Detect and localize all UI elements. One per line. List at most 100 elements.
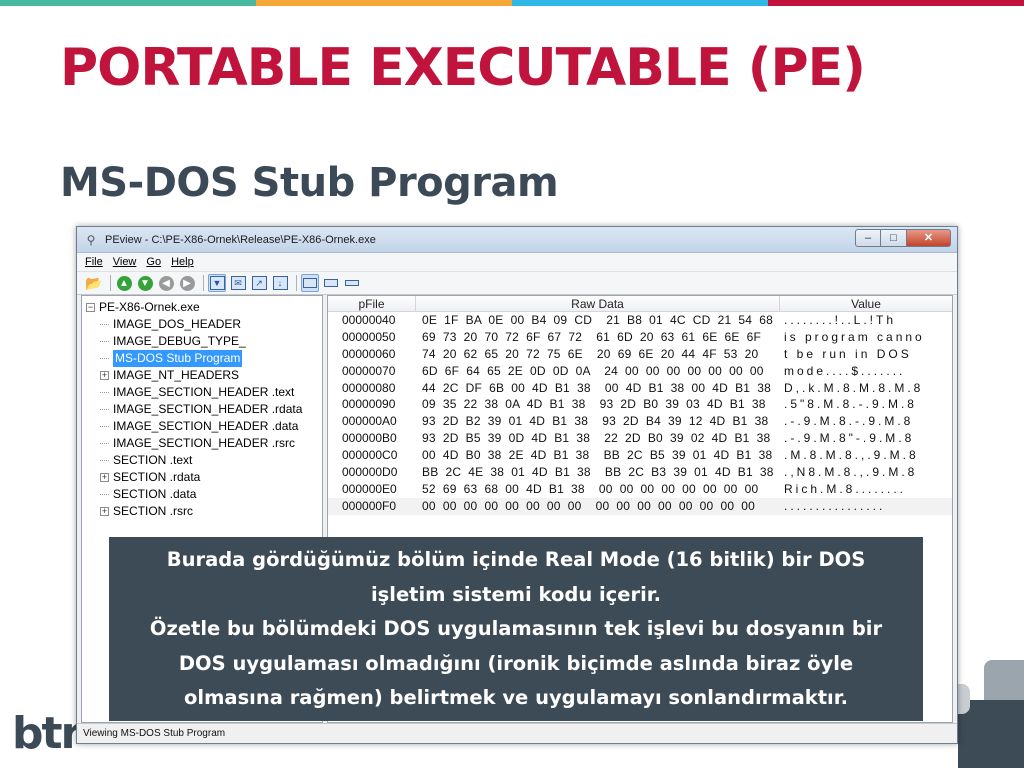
tree-item[interactable]: + SECTION .rdata (86, 469, 322, 486)
view-word-icon[interactable] (322, 274, 340, 292)
table-row[interactable]: 000000E0 52 69 63 68 00 4D B1 38 00 00 00… (328, 481, 952, 498)
table-row[interactable]: 000000C0 00 4D B0 38 2E 4D B1 38 BB 2C B5… (328, 447, 952, 464)
table-row[interactable]: 00000050 69 73 20 70 72 6F 67 72 61 6D 20… (328, 329, 952, 346)
tree-item-label: IMAGE_SECTION_HEADER .text (113, 385, 295, 399)
tree-item-label: SECTION .rdata (113, 470, 201, 484)
maximize-button[interactable]: □ (881, 229, 907, 247)
tree-item-label: MS-DOS Stub Program (113, 350, 243, 367)
table-row[interactable]: 000000B0 93 2D B5 39 0D 4D B1 38 22 2D B0… (328, 430, 952, 447)
close-button[interactable]: ✕ (907, 229, 951, 247)
menu-go[interactable]: Go (146, 256, 161, 268)
hex-offset: 000000F0 (342, 498, 397, 513)
tree-item-label: PE-X86-Ornek.exe (99, 300, 200, 314)
hex-value: D,.k.M.8.M.8.M.8 (784, 380, 924, 395)
stripe-blue (512, 0, 768, 6)
top-color-stripes (0, 0, 1024, 6)
down-green-icon[interactable]: ▼ (136, 274, 154, 292)
tree-item[interactable]: − PE-X86-Ornek.exe (86, 299, 322, 316)
tree-item[interactable]: + SECTION .rsrc (86, 503, 322, 520)
view-hex-icon[interactable]: ▼ (208, 274, 226, 292)
table-row[interactable]: 00000040 0E 1F BA 0E 00 B4 09 CD 21 B8 01… (328, 312, 952, 329)
view-export-icon[interactable]: ↗ (250, 274, 268, 292)
hex-bytes: 93 2D B5 39 0D 4D B1 38 22 2D B0 39 02 4… (422, 431, 771, 446)
stripe-orange (256, 0, 512, 6)
hex-bytes: 74 20 62 65 20 72 75 6E 20 69 6E 20 44 4… (422, 346, 759, 361)
view-mail-icon[interactable]: ✉ (229, 274, 247, 292)
hex-value: .M.8.M.8.,.9.M.8 (784, 448, 919, 463)
menu-file[interactable]: File (85, 256, 103, 268)
hex-bytes: 0E 1F BA 0E 00 B4 09 CD 21 B8 01 4C CD 2… (422, 313, 773, 327)
tree-item-label: IMAGE_SECTION_HEADER .data (113, 419, 299, 433)
table-row[interactable]: 000000F0 00 00 00 00 00 00 00 00 00 00 00… (328, 497, 952, 515)
menu-help[interactable]: Help (171, 256, 194, 268)
tree-expander-icon[interactable]: + (100, 371, 109, 380)
hex-bytes: 00 00 00 00 00 00 00 00 00 00 00 00 00 0… (422, 498, 756, 513)
tree-item-label: IMAGE_SECTION_HEADER .rdata (113, 402, 303, 416)
stripe-red (768, 0, 1024, 6)
tree-connector (100, 358, 109, 359)
hex-bytes: 6D 6F 64 65 2E 0D 0D 0A 24 00 00 00 00 0… (422, 363, 764, 378)
tree-item-label: SECTION .text (113, 453, 193, 467)
tree-connector (100, 426, 109, 427)
table-row[interactable]: 00000090 09 35 22 38 0A 4D B1 38 93 2D B0… (328, 396, 952, 413)
window-titlebar[interactable]: ⚲ PEview - C:\PE-X86-Ornek\Release\PE-X8… (77, 227, 957, 253)
callout-line: Burada gördüğümüz bölüm içinde Real Mode… (166, 548, 866, 571)
tree-item[interactable]: IMAGE_SECTION_HEADER .rdata (86, 401, 322, 418)
table-row[interactable]: 00000070 6D 6F 64 65 2E 0D 0D 0A 24 00 00… (328, 363, 952, 380)
table-row[interactable]: 000000D0 BB 2C 4E 38 01 4D B1 38 BB 2C B3… (328, 464, 952, 481)
tree-connector (100, 392, 109, 393)
tree-expander-icon[interactable]: + (100, 473, 109, 482)
magnifier-icon: ⚲ (86, 232, 96, 247)
tree-connector (100, 443, 109, 444)
hex-offset: 00000070 (342, 363, 396, 378)
hex-offset: 000000A0 (342, 414, 397, 429)
table-row[interactable]: 00000080 44 2C DF 6B 00 4D B1 38 00 4D B1… (328, 380, 952, 397)
tree-expander-icon[interactable]: + (100, 507, 109, 516)
hex-offset: 00000050 (342, 329, 396, 344)
menu-view[interactable]: View (113, 256, 137, 268)
hex-offset: 00000040 (342, 313, 396, 327)
up-green-icon[interactable]: ▲ (115, 274, 133, 292)
toolbar-separator (110, 275, 111, 291)
tree-item[interactable]: SECTION .data (86, 486, 322, 503)
back-icon[interactable]: ◀ (157, 274, 175, 292)
table-row[interactable]: 00000060 74 20 62 65 20 72 75 6E 20 69 6E… (328, 346, 952, 363)
toolbar-separator (203, 275, 204, 291)
hex-value: ........!..L.!Th (784, 313, 897, 327)
tree-item-label: IMAGE_SECTION_HEADER .rsrc (113, 436, 296, 450)
view-download-icon[interactable]: ↓ (271, 274, 289, 292)
minimize-button[interactable]: – (855, 229, 881, 247)
logo-text: btr (12, 708, 82, 759)
tree-item[interactable]: SECTION .text (86, 452, 322, 469)
hex-bytes: 93 2D B2 39 01 4D B1 38 93 2D B4 39 12 4… (422, 414, 769, 429)
callout-line: olmasına rağmen) belirtmek ve uygulamayı… (184, 686, 848, 709)
window-controls: – □ ✕ (855, 229, 951, 247)
tree-item-label: IMAGE_DOS_HEADER (113, 317, 242, 331)
tree-item[interactable]: IMAGE_SECTION_HEADER .data (86, 418, 322, 435)
column-pfile[interactable]: pFile (328, 296, 416, 311)
tree-item[interactable]: MS-DOS Stub Program (86, 350, 322, 367)
tree-item[interactable]: IMAGE_DOS_HEADER (86, 316, 322, 333)
toolbar: 📂 ▲ ▼ ◀ ▶ ▼ ✉ ↗ ↓ (77, 271, 957, 295)
forward-icon[interactable]: ▶ (178, 274, 196, 292)
hex-value: mode....$....... (784, 363, 906, 378)
view-byte-icon[interactable] (301, 274, 319, 292)
tree-item[interactable]: IMAGE_SECTION_HEADER .text (86, 384, 322, 401)
column-value[interactable]: Value (780, 296, 952, 311)
tree-item[interactable]: + IMAGE_NT_HEADERS (86, 367, 322, 384)
slide-subtitle: MS-DOS Stub Program (60, 160, 559, 206)
tree-item[interactable]: IMAGE_DEBUG_TYPE_ (86, 333, 322, 350)
callout-line: işletim sistemi kodu içerir. (370, 582, 662, 606)
hex-offset: 00000090 (342, 397, 396, 412)
tree-item-label: IMAGE_NT_HEADERS (113, 368, 240, 382)
column-raw-data[interactable]: Raw Data (416, 296, 780, 311)
tree-expander-icon[interactable]: − (86, 303, 95, 312)
open-icon[interactable]: 📂 (85, 274, 103, 292)
view-dword-icon[interactable] (343, 274, 361, 292)
callout-line: Özetle bu bölümdeki DOS uygulamasının te… (149, 617, 883, 640)
tree-item[interactable]: IMAGE_SECTION_HEADER .rsrc (86, 435, 322, 452)
hex-value: .-.9.M.8"-.9.M.8 (784, 431, 915, 446)
hex-rows: 00000040 0E 1F BA 0E 00 B4 09 CD 21 B8 01… (328, 312, 952, 515)
table-row[interactable]: 000000A0 93 2D B2 39 01 4D B1 38 93 2D B4… (328, 413, 952, 430)
hex-bytes: 00 4D B0 38 2E 4D B1 38 BB 2C B5 39 01 4… (422, 448, 773, 463)
